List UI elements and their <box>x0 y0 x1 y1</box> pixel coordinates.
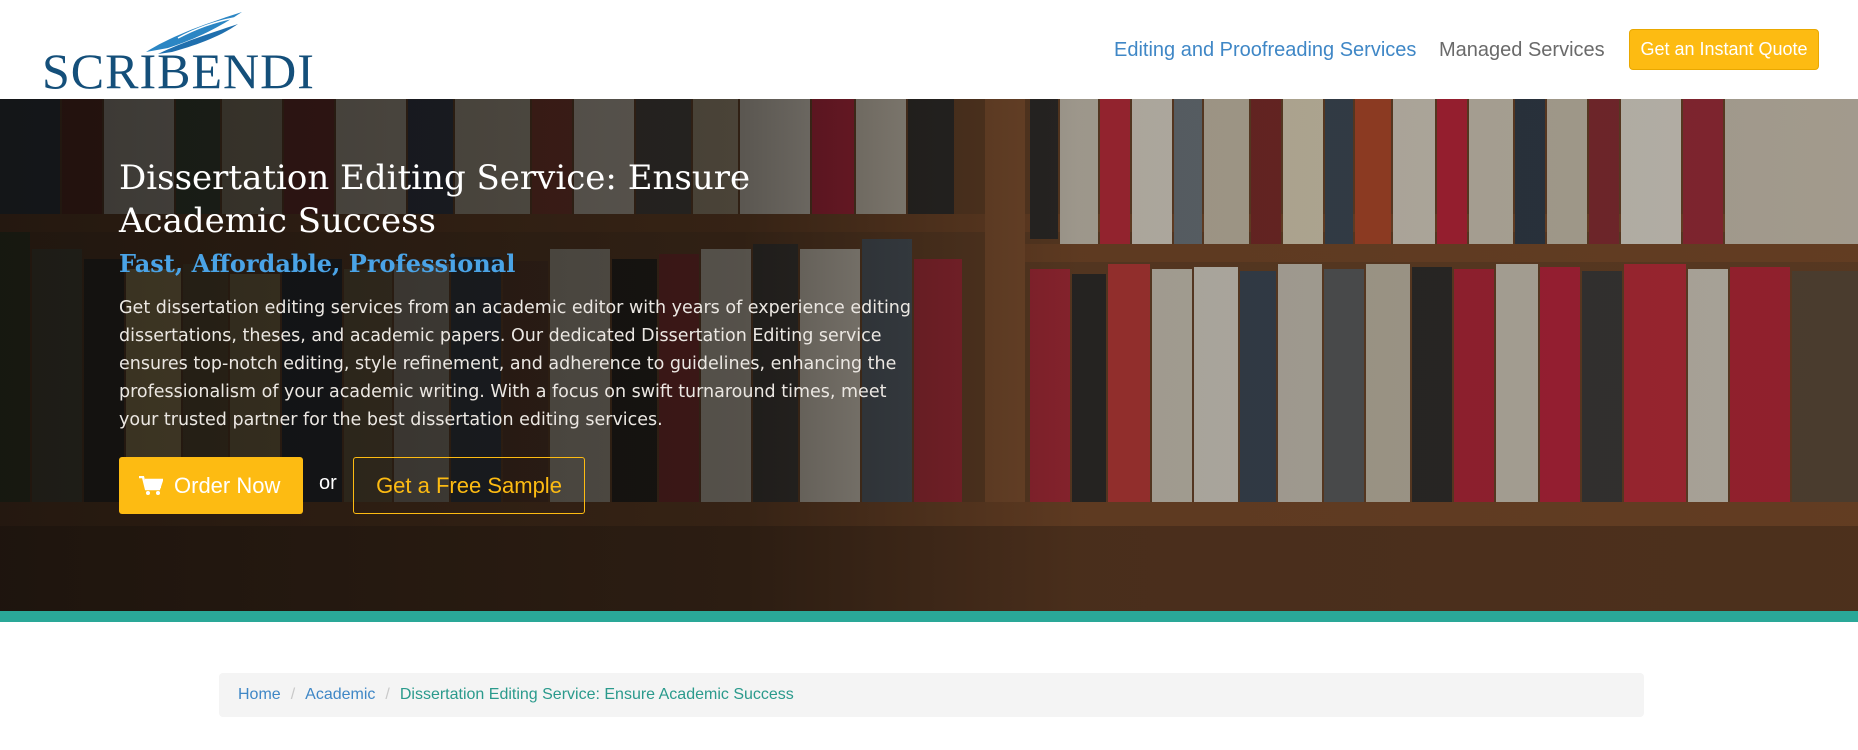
order-now-label: Order Now <box>174 473 281 498</box>
site-header: Scribendi Editing and Proofreading Servi… <box>0 0 1858 99</box>
hero-subtitle: Fast, Affordable, Professional <box>119 249 516 278</box>
logo-wordmark: Scribendi <box>42 43 315 99</box>
breadcrumb-separator: / <box>290 686 296 703</box>
breadcrumb: Home / Academic / Dissertation Editing Servi… <box>219 673 1644 717</box>
shopping-cart-icon <box>139 476 163 495</box>
free-sample-button[interactable]: Get a Free Sample <box>353 457 585 514</box>
order-now-button[interactable]: Order Now <box>119 457 303 514</box>
breadcrumb-academic-link[interactable]: Academic <box>305 686 375 703</box>
breadcrumb-current-page: Dissertation Editing Service: Ensure Aca… <box>399 686 794 703</box>
hero-description: Get dissertation editing services from a… <box>119 298 912 430</box>
teal-divider <box>0 611 1858 622</box>
nav-managed-services-link[interactable]: Managed Services <box>1439 38 1605 62</box>
nav-editing-services-link[interactable]: Editing and Proofreading Services <box>1114 38 1416 62</box>
instant-quote-button[interactable]: Get an Instant Quote <box>1629 29 1819 70</box>
breadcrumb-separator: / <box>385 686 390 703</box>
page-title: Dissertation Editing Service: Ensure Aca… <box>119 158 751 241</box>
hero-section: Dissertation Editing Service: Ensure Aca… <box>0 99 1858 611</box>
scribendi-logo[interactable]: Scribendi <box>42 8 314 96</box>
or-separator: or <box>319 472 337 494</box>
breadcrumb-home-link[interactable]: Home <box>238 686 281 703</box>
